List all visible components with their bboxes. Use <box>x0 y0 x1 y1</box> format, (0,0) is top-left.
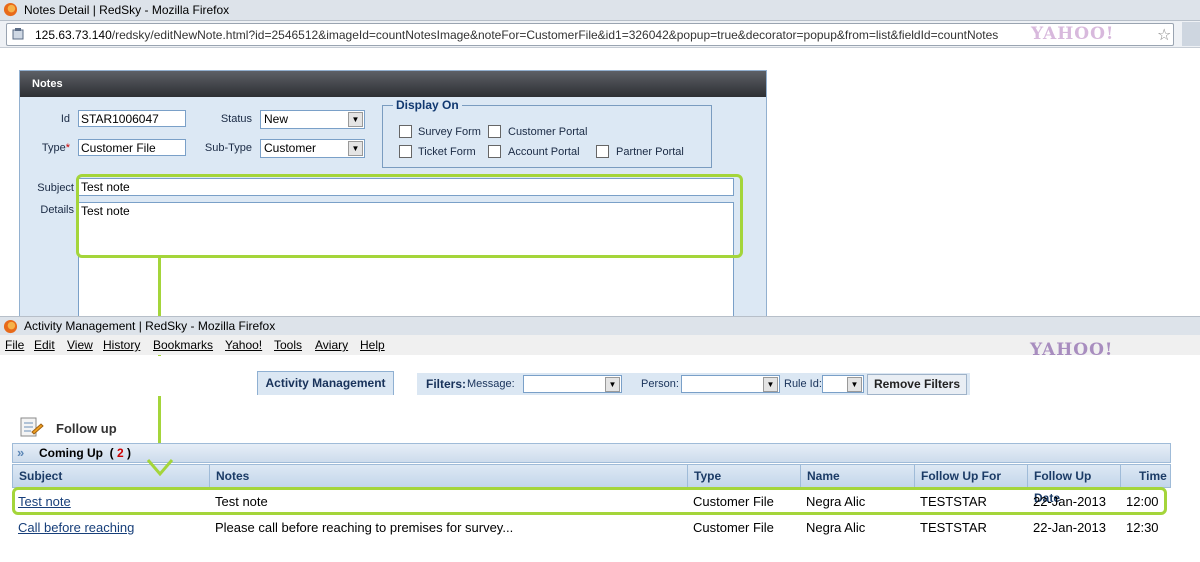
firefox-icon <box>3 2 18 17</box>
row-highlight <box>12 487 1167 515</box>
coming-up-bar[interactable]: » Coming Up ( 2 ) <box>12 443 1171 463</box>
table-row: Call before reaching Please call before … <box>12 515 1171 540</box>
survey-form-label: Survey Form <box>418 126 481 138</box>
tab-activity-management[interactable]: Activity Management <box>257 371 394 395</box>
menu-bar: File Edit View History Bookmarks Yahoo! … <box>0 335 1200 355</box>
type-label: Type* <box>41 142 70 154</box>
window-title-2: Activity Management | RedSky - Mozilla F… <box>24 319 276 333</box>
menu-edit[interactable]: Edit <box>34 338 55 352</box>
subtype-select[interactable]: Customer ▼ <box>260 139 365 158</box>
bookmark-star-icon[interactable]: ☆ <box>1157 25 1171 45</box>
chevron-down-icon: ▼ <box>763 377 778 392</box>
url-bar[interactable]: 125.63.73.140/redsky/editNewNote.html?id… <box>6 23 1174 46</box>
menu-aviary[interactable]: Aviary <box>315 338 348 352</box>
id-label: Id <box>60 113 70 125</box>
person-filter-select[interactable]: ▼ <box>681 375 780 393</box>
coming-up-label: Coming Up ( 2 ) <box>39 446 132 460</box>
chevron-down-icon: ▼ <box>605 377 620 392</box>
customer-portal-label: Customer Portal <box>508 126 588 138</box>
col-notes[interactable]: Notes <box>210 465 688 487</box>
col-follow-up-date[interactable]: Follow Up Date <box>1028 465 1121 505</box>
menu-view[interactable]: View <box>67 338 93 352</box>
customer-portal-checkbox[interactable] <box>488 125 501 138</box>
details-label: Details <box>40 204 74 216</box>
window-title: Notes Detail | RedSky - Mozilla Firefox <box>24 3 230 17</box>
message-filter-label: Message: <box>467 378 515 390</box>
window-titlebar: Notes Detail | RedSky - Mozilla Firefox <box>0 0 1200 21</box>
row-date: 22-Jan-2013 <box>1033 520 1106 535</box>
rule-filter-select[interactable]: ▼ <box>822 375 864 393</box>
ticket-form-label: Ticket Form <box>418 146 476 158</box>
person-filter-label: Person: <box>641 378 679 390</box>
scrollbar-edge <box>1180 355 1200 562</box>
col-follow-up-for[interactable]: Follow Up For <box>915 465 1028 487</box>
rule-filter-label: Rule Id: <box>784 378 822 390</box>
page-icon <box>12 28 24 40</box>
col-subject[interactable]: Subject <box>13 465 210 487</box>
status-select[interactable]: New ▼ <box>260 110 365 129</box>
message-filter-select[interactable]: ▼ <box>523 375 622 393</box>
menu-yahoo[interactable]: Yahoo! <box>225 338 262 352</box>
col-name[interactable]: Name <box>801 465 915 487</box>
table-header: Subject Notes Type Name Follow Up For Fo… <box>12 464 1171 505</box>
notes-header: Notes <box>20 71 766 97</box>
account-portal-checkbox[interactable] <box>488 145 501 158</box>
row-subject-link[interactable]: Call before reaching <box>12 515 134 540</box>
followup-icon <box>20 417 44 437</box>
id-input[interactable]: STAR1006047 <box>78 110 186 127</box>
survey-form-checkbox[interactable] <box>399 125 412 138</box>
menu-file[interactable]: File <box>5 338 24 352</box>
arrow-head-icon <box>146 459 174 477</box>
menu-tools[interactable]: Tools <box>274 338 302 352</box>
scrollbar-edge <box>1182 22 1200 46</box>
chevron-down-icon: ▼ <box>348 112 363 127</box>
partner-portal-label: Partner Portal <box>616 146 684 158</box>
firefox-icon <box>3 319 18 334</box>
url-text: 125.63.73.140/redsky/editNewNote.html?id… <box>35 28 999 42</box>
display-on-group: Display On Survey Form Customer Portal T… <box>382 98 712 168</box>
row-type: Customer File <box>693 520 774 535</box>
account-portal-label: Account Portal <box>508 146 580 158</box>
window-titlebar-2: Activity Management | RedSky - Mozilla F… <box>0 316 1200 336</box>
type-input[interactable]: Customer File <box>78 139 186 156</box>
double-chevron-icon: » <box>17 445 25 460</box>
filters-label: Filters: <box>426 377 467 391</box>
notes-title: Notes <box>32 78 63 90</box>
row-follow-up-for: TESTSTAR <box>920 520 987 535</box>
subject-label: Subject <box>37 182 74 194</box>
row-notes: Please call before reaching to premises … <box>215 520 514 535</box>
partner-portal-checkbox[interactable] <box>596 145 609 158</box>
ticket-form-checkbox[interactable] <box>399 145 412 158</box>
col-time[interactable]: Time <box>1121 465 1171 487</box>
menu-help[interactable]: Help <box>360 338 385 352</box>
chevron-down-icon: ▼ <box>348 141 363 156</box>
subject-details-highlight <box>76 174 743 258</box>
address-toolbar: 125.63.73.140/redsky/editNewNote.html?id… <box>0 21 1200 48</box>
status-label: Status <box>220 113 252 125</box>
menu-bookmarks[interactable]: Bookmarks <box>153 338 213 352</box>
remove-filters-button[interactable]: Remove Filters <box>867 374 967 395</box>
row-time: 12:30 <box>1126 520 1159 535</box>
display-on-legend: Display On <box>393 98 462 112</box>
subtype-label: Sub-Type <box>204 142 252 154</box>
chevron-down-icon: ▼ <box>847 377 862 392</box>
menu-history[interactable]: History <box>103 338 140 352</box>
col-type[interactable]: Type <box>688 465 801 487</box>
row-name: Negra Alic <box>806 520 866 535</box>
section-title: Follow up <box>56 421 117 436</box>
yahoo-logo: YAHOO! <box>1031 24 1115 44</box>
